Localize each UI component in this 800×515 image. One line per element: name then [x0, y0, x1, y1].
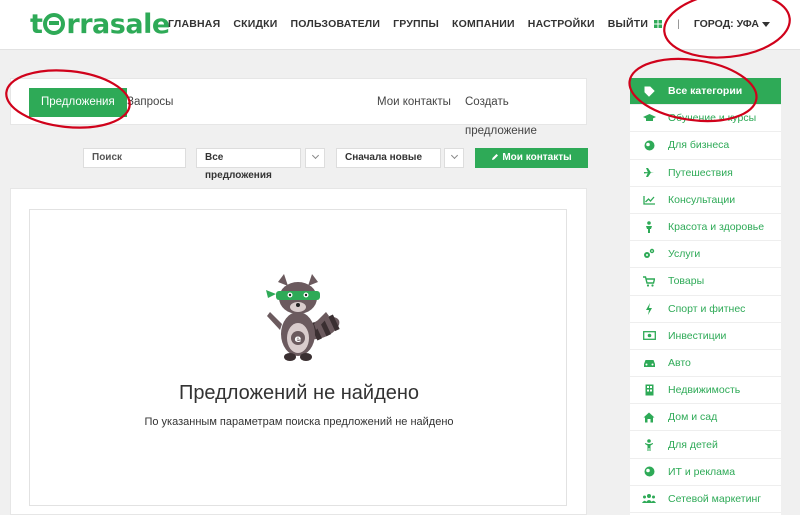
category-beauty[interactable]: Красота и здоровье	[630, 214, 781, 242]
search-input[interactable]: Поиск	[83, 148, 186, 168]
category-label: Для детей	[668, 438, 718, 451]
graduation-cap-icon	[630, 113, 668, 123]
category-investments[interactable]: Инвестиции	[630, 323, 781, 350]
category-label: Все категории	[668, 85, 743, 98]
nav-discounts[interactable]: СКИДКИ	[233, 18, 277, 30]
home-icon	[630, 412, 668, 423]
results-panel: e Предложений не найдено По указанным па…	[10, 188, 587, 515]
category-sport[interactable]: Спорт и фитнес	[630, 296, 781, 323]
globe-icon	[630, 466, 668, 477]
nav-settings[interactable]: НАСТРОЙКИ	[528, 18, 595, 30]
nav-groups[interactable]: ГРУППЫ	[393, 18, 439, 30]
empty-state-subtitle: По указанным параметрам поиска предложен…	[144, 416, 454, 428]
header-right: | ГОРОД: УФА	[653, 18, 770, 30]
puzzle-icon[interactable]	[653, 19, 663, 29]
header-separator: |	[677, 18, 680, 30]
bolt-icon	[630, 302, 668, 315]
child-icon	[630, 438, 668, 451]
svg-text:e: e	[295, 334, 302, 345]
category-it-advertising[interactable]: ИТ и реклама	[630, 459, 781, 486]
chart-line-icon	[630, 195, 668, 205]
person-icon	[630, 221, 668, 234]
scope-select-toggle[interactable]	[305, 148, 325, 168]
category-label: Консультации	[668, 193, 736, 206]
category-label: Сетевой маркетинг	[668, 492, 762, 505]
categories-sidebar: Все категории Обучение и курсы Для бизне…	[630, 78, 781, 515]
main-nav: ГЛАВНАЯ СКИДКИ ПОЛЬЗОВАТЕЛИ ГРУППЫ КОМПА…	[168, 18, 648, 30]
category-business[interactable]: Для бизнеса	[630, 132, 781, 160]
logo-e-mark	[43, 13, 66, 35]
category-label: Авто	[668, 356, 691, 369]
my-contacts-button[interactable]: Мои контакты	[475, 148, 588, 168]
category-label: Недвижимость	[668, 384, 741, 397]
category-label: Инвестиции	[668, 329, 727, 342]
category-label: Услуги	[668, 248, 701, 261]
empty-state-card: e Предложений не найдено По указанным па…	[29, 209, 567, 506]
category-label: Товары	[668, 275, 705, 288]
category-auto[interactable]: Авто	[630, 350, 781, 378]
category-consulting[interactable]: Консультации	[630, 187, 781, 214]
tab-offers[interactable]: Предложения	[29, 88, 127, 117]
top-header: t rrasale ГЛАВНАЯ СКИДКИ ПОЛЬЗОВАТЕЛИ ГРУ…	[0, 0, 800, 50]
pencil-icon	[492, 154, 499, 160]
category-realty[interactable]: Недвижимость	[630, 377, 781, 405]
category-education[interactable]: Обучение и курсы	[630, 105, 781, 133]
tag-icon	[630, 86, 668, 97]
car-icon	[630, 358, 668, 368]
empty-state-title: Предложений не найдено	[178, 382, 420, 404]
city-label: ГОРОД: УФА	[693, 18, 759, 30]
nav-logout[interactable]: ВЫЙТИ	[608, 18, 648, 30]
category-label: Обучение и курсы	[668, 112, 757, 125]
nav-companies[interactable]: КОМПАНИИ	[452, 18, 515, 30]
category-goods[interactable]: Товары	[630, 268, 781, 296]
scope-select[interactable]: Все предложения	[196, 148, 301, 181]
chevron-down-icon	[450, 151, 458, 160]
chevron-down-icon	[762, 21, 770, 27]
users-icon	[630, 493, 668, 504]
category-label: Для бизнеса	[668, 139, 730, 152]
category-home-garden[interactable]: Дом и сад	[630, 404, 781, 432]
sort-select-toggle[interactable]	[444, 148, 464, 168]
category-label: ИТ и реклама	[668, 465, 736, 478]
city-selector[interactable]: ГОРОД: УФА	[694, 18, 770, 30]
category-label: Путешествия	[668, 166, 733, 179]
category-label: Спорт и фитнес	[668, 302, 746, 315]
my-contacts-button-label: Мои контакты	[502, 152, 572, 163]
category-travel[interactable]: Путешествия	[630, 160, 781, 187]
tab-create-offer[interactable]: Создать предложение	[453, 88, 586, 137]
globe-icon	[630, 140, 668, 151]
plane-icon	[630, 167, 668, 178]
tabs-bar: Предложения Запросы Мои контакты Создать…	[10, 78, 587, 137]
money-icon	[630, 331, 668, 341]
chevron-down-icon	[311, 151, 319, 160]
category-services[interactable]: Услуги	[630, 241, 781, 269]
nav-home[interactable]: ГЛАВНАЯ	[168, 18, 220, 30]
tab-my-contacts[interactable]: Мои контакты	[365, 88, 463, 117]
nav-users[interactable]: ПОЛЬЗОВАТЕЛИ	[291, 18, 381, 30]
gears-icon	[630, 248, 668, 260]
category-network-marketing[interactable]: Сетевой маркетинг	[630, 486, 781, 513]
raccoon-mascot-image: e	[266, 274, 340, 361]
category-label: Красота и здоровье	[668, 221, 765, 234]
sort-select[interactable]: Сначала новые	[336, 148, 441, 168]
category-all[interactable]: Все категории	[630, 78, 781, 106]
building-icon	[630, 384, 668, 396]
site-logo[interactable]: t rrasale	[30, 9, 170, 40]
tab-requests[interactable]: Запросы	[115, 88, 185, 117]
category-kids[interactable]: Для детей	[630, 431, 781, 459]
cart-icon	[630, 276, 668, 287]
category-label: Дом и сад	[668, 411, 718, 424]
